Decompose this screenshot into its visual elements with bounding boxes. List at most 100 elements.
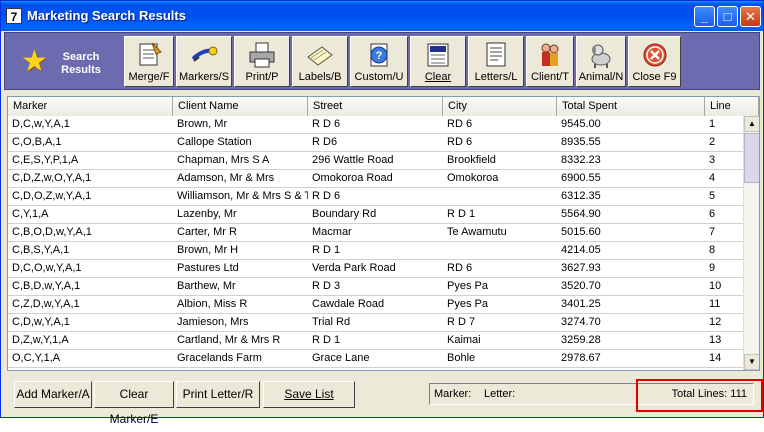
table-row[interactable]: C,E,S,Y,P,1,A Chapman, Mrs S A 296 Wattle … bbox=[8, 152, 743, 170]
table-row[interactable]: D,C,O,w,Y,A,1 Pastures Ltd Verda Park Road… bbox=[8, 260, 743, 278]
search-results-text: Search Results bbox=[61, 51, 101, 76]
cell-marker: C,D,Z,w,O,Y,A,1 bbox=[12, 172, 92, 184]
cell-total-spent: 8935.55 bbox=[561, 136, 601, 148]
scroll-up-icon[interactable]: ▲ bbox=[744, 116, 759, 132]
table-row[interactable]: D,C,w,Y,A,1 Brown, Mr R D 6 RD 6 9545.00 1 bbox=[8, 116, 743, 134]
cell-city bbox=[445, 242, 557, 259]
print-letter-button[interactable]: Print Letter/R bbox=[176, 381, 260, 408]
table-row[interactable]: C,Z,D,w,Y,A,1 Albion, Miss R Cawdale Road P… bbox=[8, 296, 743, 314]
star-icon: ★ bbox=[21, 45, 48, 78]
cell-client-name: Carter, Mr R bbox=[177, 226, 237, 238]
cell-total-spent: 6900.55 bbox=[561, 172, 601, 184]
cell-total-spent: 4214.05 bbox=[561, 244, 601, 256]
cell-marker: D,C,w,Y,A,1 bbox=[12, 118, 70, 130]
cell-street: R D 1 bbox=[312, 244, 341, 256]
table-row[interactable]: C,Y,1,A Lazenby, Mr Boundary Rd R D 1 5564.9… bbox=[8, 206, 743, 224]
app-icon: 7 bbox=[6, 8, 22, 24]
toolbar: ★ Search Results Merge/F Markers/S Print… bbox=[4, 32, 760, 90]
cell-city bbox=[445, 188, 557, 205]
clear-button[interactable]: Clear bbox=[410, 36, 466, 87]
cell-street: R D 3 bbox=[312, 280, 341, 292]
cell-line: 8 bbox=[709, 244, 716, 256]
cell-marker: C,Y,1,A bbox=[12, 208, 49, 220]
cell-city: Pyes Pa bbox=[447, 280, 488, 292]
cell-client-name: Albion, Miss R bbox=[177, 298, 248, 310]
cell-street: Trial Rd bbox=[312, 316, 351, 328]
cell-marker: C,D,w,Y,A,1 bbox=[12, 316, 70, 328]
save-list-button[interactable]: Save List bbox=[263, 381, 355, 408]
markers-button[interactable]: Markers/S bbox=[176, 36, 232, 87]
cell-street: Cawdale Road bbox=[312, 298, 385, 310]
cell-client-name: Cartland, Mr & Mrs R bbox=[177, 334, 281, 346]
table-row[interactable]: C,D,O,Z,w,Y,A,1 Williamson, Mr & Mrs S & … bbox=[8, 188, 743, 206]
printer-icon bbox=[249, 42, 275, 68]
column-header-total-spent[interactable]: Total Spent bbox=[557, 97, 705, 116]
column-header-street[interactable]: Street bbox=[308, 97, 443, 116]
merge-button[interactable]: Merge/F bbox=[124, 36, 174, 87]
maximize-button[interactable]: □ bbox=[717, 6, 738, 27]
table-row[interactable]: O,C,Y,1,A Gracelands Farm Grace Lane Bohle 2… bbox=[8, 350, 743, 368]
close-f9-button[interactable]: Close F9 bbox=[628, 36, 681, 87]
cell-marker: C,E,S,Y,P,1,A bbox=[12, 154, 79, 166]
svg-text:?: ? bbox=[376, 50, 383, 62]
column-header-client-name[interactable]: Client Name bbox=[173, 97, 308, 116]
cell-total-spent: 5015.60 bbox=[561, 226, 601, 238]
cell-line: 4 bbox=[709, 172, 716, 184]
cell-client-name: Lazenby, Mr bbox=[177, 208, 237, 220]
cell-city: RD 6 bbox=[447, 262, 473, 274]
cell-total-spent: 8332.23 bbox=[561, 154, 601, 166]
cell-line: 7 bbox=[709, 226, 716, 238]
table-row[interactable]: C,D,Z,w,O,Y,A,1 Adamson, Mr & Mrs Omokoroa… bbox=[8, 170, 743, 188]
grid-header: Marker Client Name Street City Total Spe… bbox=[8, 97, 759, 116]
cell-total-spent: 3259.28 bbox=[561, 334, 601, 346]
custom-button[interactable]: ? Custom/U bbox=[350, 36, 408, 87]
table-row[interactable]: C,O,B,A,1 Callope Station R D6 RD 6 8935.55 2 bbox=[8, 134, 743, 152]
cell-marker: D,Z,w,Y,1,A bbox=[12, 334, 69, 346]
vertical-scrollbar[interactable]: ▲ ▼ bbox=[743, 116, 759, 370]
clear-marker-button[interactable]: Clear Marker/E bbox=[94, 381, 174, 426]
cell-marker: C,D,O,Z,w,Y,A,1 bbox=[12, 190, 92, 202]
table-row[interactable]: C,B,S,Y,A,1 Brown, Mr H R D 1 4214.05 8 bbox=[8, 242, 743, 260]
cell-total-spent: 5564.90 bbox=[561, 208, 601, 220]
cell-city: Bohle bbox=[447, 352, 476, 364]
search-results-label: ★ Search Results bbox=[15, 43, 115, 83]
cell-city: Omokoroa bbox=[447, 172, 499, 184]
add-marker-button[interactable]: Add Marker/A bbox=[14, 381, 92, 408]
column-header-city[interactable]: City bbox=[443, 97, 557, 116]
cell-marker: C,B,S,Y,A,1 bbox=[12, 244, 70, 256]
cell-marker: C,B,O,D,w,Y,A,1 bbox=[12, 226, 92, 238]
labels-button[interactable]: Labels/B bbox=[292, 36, 348, 87]
cell-city: R D 7 bbox=[447, 316, 476, 328]
table-row[interactable]: C,B,O,D,w,Y,A,1 Carter, Mr R Macmar Te Awam… bbox=[8, 224, 743, 242]
client-people-icon bbox=[541, 43, 559, 66]
animal-button[interactable]: Animal/N bbox=[576, 36, 626, 87]
clear-icon bbox=[427, 43, 449, 67]
cell-line: 5 bbox=[709, 190, 716, 202]
cell-client-name: Chapman, Mrs S A bbox=[177, 154, 270, 166]
scroll-thumb[interactable] bbox=[744, 133, 759, 183]
cell-line: 3 bbox=[709, 154, 716, 166]
print-button[interactable]: Print/P bbox=[234, 36, 290, 87]
merge-document-icon bbox=[139, 42, 162, 66]
letters-button[interactable]: Letters/L bbox=[468, 36, 524, 87]
column-header-line[interactable]: Line bbox=[705, 97, 759, 116]
minimize-button[interactable]: _ bbox=[694, 6, 715, 27]
table-row[interactable]: C,B,D,w,Y,A,1 Barthew, Mr R D 3 Pyes Pa 3520… bbox=[8, 278, 743, 296]
cell-line: 2 bbox=[709, 136, 716, 148]
column-header-marker[interactable]: Marker bbox=[8, 97, 173, 116]
close-window-button[interactable]: ✕ bbox=[740, 6, 761, 27]
cell-total-spent: 3401.25 bbox=[561, 298, 601, 310]
table-row[interactable]: D,Z,w,Y,1,A Cartland, Mr & Mrs R R D 1 Kaim… bbox=[8, 332, 743, 350]
cell-marker: O,C,Y,1,A bbox=[12, 352, 61, 364]
cell-client-name: Adamson, Mr & Mrs bbox=[177, 172, 275, 184]
labels-icon bbox=[307, 46, 333, 66]
cell-line: 9 bbox=[709, 262, 716, 274]
client-button[interactable]: Client/T bbox=[526, 36, 574, 87]
markers-icon bbox=[191, 46, 218, 62]
cell-city: RD 6 bbox=[447, 118, 473, 130]
cell-street: R D 6 bbox=[312, 118, 341, 130]
cell-line: 6 bbox=[709, 208, 716, 220]
scroll-down-icon[interactable]: ▼ bbox=[744, 354, 759, 370]
table-row[interactable]: C,D,w,Y,A,1 Jamieson, Mrs Trial Rd R D 7 327… bbox=[8, 314, 743, 332]
cell-city: Brookfield bbox=[447, 154, 496, 166]
